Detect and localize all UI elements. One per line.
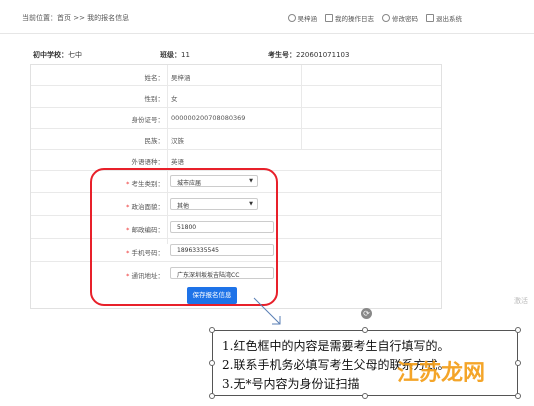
breadcrumb: 当前位置：首页 >> 我的报名信息 [22,14,130,22]
table-row: 身份证号： 000000200708080369 [31,107,441,129]
language-label: 外语语种： [131,158,165,166]
student-info-bar: 初中学校：七中 班级：11 考生号：220601071103 [30,50,440,62]
class-value: 11 [181,51,190,59]
table-row: 姓名： 吴梓涵 [31,65,441,86]
resize-handle[interactable] [362,327,368,333]
name-value: 吴梓涵 [171,74,191,82]
user-icon [287,14,296,22]
exit-icon [426,14,434,22]
resize-handle[interactable] [515,327,521,333]
id-label: 身份证号： [131,116,165,124]
top-links: 吴梓涵 我的操作日志 修改密码 退出系统 [287,13,462,23]
resize-handle[interactable] [515,360,521,366]
side-hint: 激活 [514,297,528,305]
log-icon [325,14,333,22]
language-value: 英语 [171,158,184,166]
gender-label: 性别： [144,95,165,103]
note-line-1: 1.红色框中的内容是需要考生自行填写的。 [222,339,450,353]
log-link[interactable]: 我的操作日志 [325,13,374,23]
resize-handle[interactable] [209,327,215,333]
ethnicity-label: 民族： [144,137,165,145]
save-button[interactable]: 保存报名信息 [187,287,237,304]
logout-link[interactable]: 退出系统 [426,13,462,23]
arrow-annotation [253,297,281,325]
table-row: 性别： 女 [31,86,441,108]
top-bar: 当前位置：首页 >> 我的报名信息 吴梓涵 我的操作日志 修改密码 退出系统 [0,0,534,34]
id-value: 000000200708080369 [171,114,246,122]
highlight-box [90,168,278,306]
name-label: 姓名： [144,74,165,82]
resize-handle[interactable] [362,393,368,399]
exam-no-label: 考生号： [268,51,296,59]
change-password-link[interactable]: 修改密码 [382,13,418,23]
resize-handle[interactable] [209,393,215,399]
table-row: 民族： 汉族 [31,128,441,150]
resize-handle[interactable] [209,360,215,366]
exam-no-value: 220601071103 [296,51,350,59]
rotate-handle-icon[interactable]: ⟳ [361,308,372,319]
school-label: 初中学校： [33,51,68,59]
gear-icon [382,14,390,22]
note-line-3: 3.无*号内容为身份证扫描 [222,377,360,391]
school-value: 七中 [68,51,82,59]
user-link[interactable]: 吴梓涵 [287,13,317,23]
resize-handle[interactable] [515,393,521,399]
gender-value: 女 [171,95,178,103]
ethnicity-value: 汉族 [171,137,184,145]
watermark-logo: 江苏龙网 [397,361,486,386]
class-label: 班级： [160,51,181,59]
